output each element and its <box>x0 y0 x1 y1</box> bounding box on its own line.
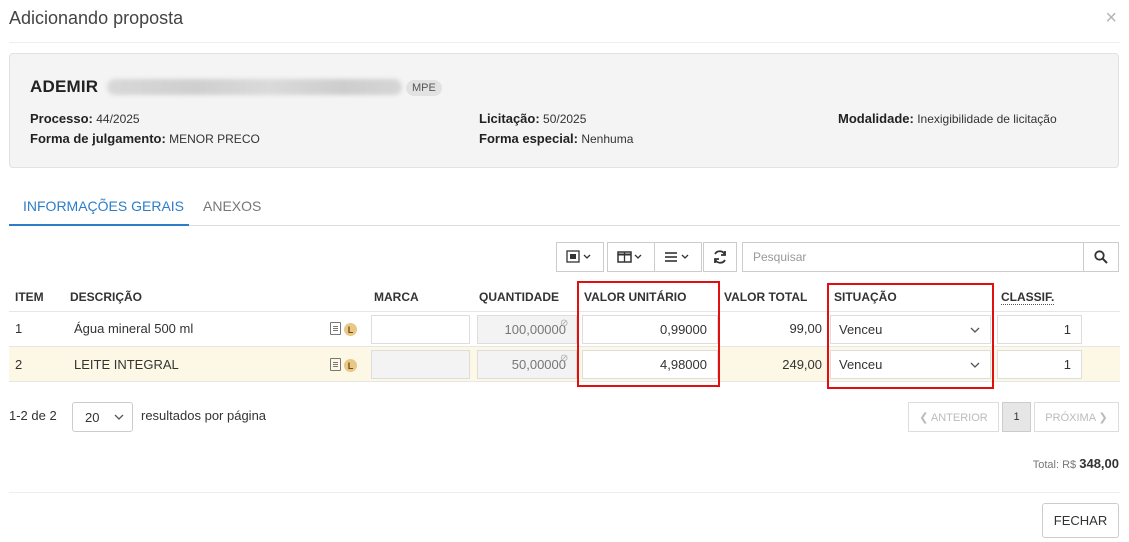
classif-input[interactable]: 1 <box>997 350 1082 379</box>
supplier-name: ADEMIR <box>30 77 99 96</box>
document-icon[interactable] <box>330 322 341 335</box>
total-value: 348,00 <box>1079 456 1119 471</box>
field-modalidade-value: Inexigibilidade de licitação <box>917 112 1057 126</box>
field-forma-especial-value: Nenhuma <box>581 132 634 146</box>
field-forma-julgamento-value: MENOR PRECO <box>169 132 260 146</box>
marca-input[interactable] <box>371 350 470 379</box>
field-processo-label: Processo: <box>30 111 93 126</box>
close-button[interactable]: FECHAR <box>1042 503 1119 538</box>
supplier-summary: ADEMIR MPE Processo: 44/2025 Licitação: … <box>9 53 1119 168</box>
list-options-button[interactable] <box>654 242 702 272</box>
column-header-quantidade: QUANTIDADE <box>479 290 559 304</box>
per-page-label: resultados por página <box>141 408 267 423</box>
page-size-select[interactable]: 20 <box>72 402 133 432</box>
refresh-icon <box>714 250 726 264</box>
footer-divider <box>9 492 1120 493</box>
column-header-descricao: DESCRIÇÃO <box>70 290 143 304</box>
title-divider <box>9 42 1120 43</box>
field-forma-especial-label: Forma especial: <box>479 131 578 146</box>
search-button[interactable] <box>1083 242 1119 272</box>
cell-valor-total: 99,00 <box>789 321 822 336</box>
chevron-down-icon <box>114 414 124 420</box>
readonly-icon: ⊘ <box>560 353 569 364</box>
field-processo-value: 44/2025 <box>96 112 140 126</box>
columns-icon <box>617 251 642 263</box>
field-licitacao-label: Licitação: <box>479 111 540 126</box>
menu-icon <box>665 252 689 262</box>
previous-page-button[interactable]: ❮ ANTERIOR <box>908 402 999 432</box>
cell-item: 2 <box>15 357 23 372</box>
field-forma-julgamento: Forma de julgamento: MENOR PRECO <box>30 131 260 146</box>
close-icon[interactable]: × <box>1105 8 1117 28</box>
tab-anexos[interactable]: ANEXOS <box>203 198 261 214</box>
search-input[interactable] <box>742 242 1084 272</box>
image-export-icon <box>566 250 591 263</box>
export-button[interactable] <box>556 242 604 272</box>
column-header-marca: MARCA <box>374 290 419 304</box>
cell-descricao: Água mineral 500 ml <box>74 321 194 336</box>
mpe-badge: MPE <box>406 80 442 96</box>
page-size-value: 20 <box>85 409 100 425</box>
cell-descricao: LEITE INTEGRAL <box>74 357 179 372</box>
modal-title: Adicionando proposta <box>9 8 184 28</box>
field-forma-especial: Forma especial: Nenhuma <box>479 131 633 146</box>
redacted-supplier-name <box>107 79 402 95</box>
next-page-button[interactable]: PRÓXIMA ❯ <box>1034 402 1119 432</box>
column-header-item: ITEM <box>15 290 44 304</box>
columns-button[interactable] <box>607 242 655 272</box>
total-label: Total: R$ <box>1032 459 1077 471</box>
search-icon <box>1094 250 1108 264</box>
tab-informacoes-gerais[interactable]: INFORMAÇÕES GERAIS <box>23 198 184 214</box>
document-icon[interactable] <box>330 358 341 371</box>
tab-bar: INFORMAÇÕES GERAIS ANEXOS <box>9 190 1120 226</box>
classif-input[interactable]: 1 <box>997 315 1082 344</box>
l-badge-icon: L <box>344 359 357 372</box>
results-range: 1-2 de 2 <box>9 408 57 423</box>
field-modalidade: Modalidade: Inexigibilidade de licitação <box>838 111 1057 126</box>
field-licitacao: Licitação: 50/2025 <box>479 111 586 126</box>
situacao-highlight <box>827 283 994 389</box>
active-tab-indicator <box>9 224 189 226</box>
column-header-valor-total: VALOR TOTAL <box>724 290 808 304</box>
field-processo: Processo: 44/2025 <box>30 111 140 126</box>
valor-unitario-highlight <box>577 281 720 387</box>
field-forma-julgamento-label: Forma de julgamento: <box>30 131 166 146</box>
cell-valor-total: 249,00 <box>782 357 822 372</box>
field-modalidade-label: Modalidade: <box>838 111 914 126</box>
total-amount: Total: R$ 348,00 <box>1033 456 1119 471</box>
marca-input[interactable] <box>371 315 470 344</box>
cell-item: 1 <box>15 321 23 336</box>
readonly-icon: ⊘ <box>560 318 569 329</box>
refresh-button[interactable] <box>703 242 737 272</box>
l-badge-icon: L <box>344 323 357 336</box>
field-licitacao-value: 50/2025 <box>543 112 587 126</box>
column-header-classif[interactable]: CLASSIF. <box>1001 290 1055 305</box>
current-page-button[interactable]: 1 <box>1002 402 1031 432</box>
